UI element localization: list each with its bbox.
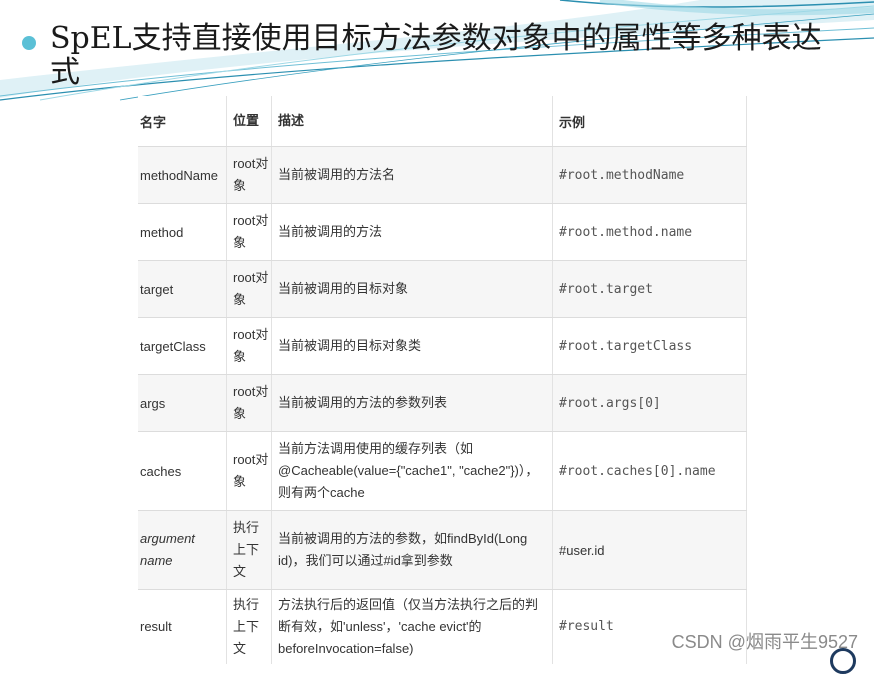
row-description: 当前被调用的方法: [271, 203, 553, 261]
table-row: caches root对象 当前方法调用使用的缓存列表（如@Cacheable(…: [138, 431, 747, 511]
row-description: 当前方法调用使用的缓存列表（如@Cacheable(value={"cache1…: [271, 431, 553, 511]
row-position: root对象: [226, 260, 272, 318]
table-row: result 执行上下文 方法执行后的返回值（仅当方法执行之后的判断有效，如'u…: [138, 589, 747, 664]
header-position: 位置: [226, 96, 272, 147]
row-name: target: [138, 260, 227, 318]
row-name: targetClass: [138, 317, 227, 375]
row-position: root对象: [226, 374, 272, 432]
row-description: 当前被调用的方法的参数列表: [271, 374, 553, 432]
table-row: targetClass root对象 当前被调用的目标对象类 #root.tar…: [138, 317, 747, 375]
row-description: 当前被调用的方法名: [271, 146, 553, 204]
table-row: methodName root对象 当前被调用的方法名 #root.method…: [138, 146, 747, 204]
table-header-row: 名字 位置 描述 示例: [138, 96, 747, 147]
table-row: argument name 执行上下文 当前被调用的方法的参数，如findByI…: [138, 510, 747, 590]
row-example: #root.methodName: [552, 146, 747, 204]
row-example: #root.target: [552, 260, 747, 318]
row-name: caches: [138, 431, 227, 511]
row-example: #root.caches[0].name: [552, 431, 747, 511]
header-description: 描述: [271, 96, 553, 147]
row-position: 执行上下文: [226, 589, 272, 664]
corner-circle-icon: [830, 648, 856, 674]
row-example: #root.method.name: [552, 203, 747, 261]
table-row: target root对象 当前被调用的目标对象 #root.target: [138, 260, 747, 318]
row-name: method: [138, 203, 227, 261]
slide-title: SpEL支持直接使用目标方法参数对象中的属性等多种表达式: [50, 21, 822, 90]
bullet-dot-icon: [22, 36, 36, 50]
row-name: result: [138, 589, 227, 664]
csdn-watermark: CSDN @烟雨平生9527: [671, 632, 858, 652]
row-description: 当前被调用的目标对象类: [271, 317, 553, 375]
row-description: 当前被调用的方法的参数，如findById(Long id)，我们可以通过#id…: [271, 510, 553, 590]
row-position: root对象: [226, 317, 272, 375]
header-example: 示例: [552, 96, 747, 147]
table-row: method root对象 当前被调用的方法 #root.method.name: [138, 203, 747, 261]
row-position: 执行上下文: [226, 510, 272, 590]
header-name: 名字: [138, 96, 227, 147]
row-example: #root.targetClass: [552, 317, 747, 375]
row-name: methodName: [138, 146, 227, 204]
slide-title-block: SpEL支持直接使用目标方法参数对象中的属性等多种表达式: [22, 22, 852, 90]
row-position: root对象: [226, 431, 272, 511]
row-description: 当前被调用的目标对象: [271, 260, 553, 318]
row-position: root对象: [226, 146, 272, 204]
row-description: 方法执行后的返回值（仅当方法执行之后的判断有效，如'unless'，'cache…: [271, 589, 553, 664]
row-name: argument name: [138, 510, 227, 590]
row-position: root对象: [226, 203, 272, 261]
spel-parameter-table: 名字 位置 描述 示例 methodName root对象 当前被调用的方法名 …: [138, 96, 747, 664]
table-row: args root对象 当前被调用的方法的参数列表 #root.args[0]: [138, 374, 747, 432]
row-example: #user.id: [552, 510, 747, 590]
row-name: args: [138, 374, 227, 432]
row-example: #root.args[0]: [552, 374, 747, 432]
